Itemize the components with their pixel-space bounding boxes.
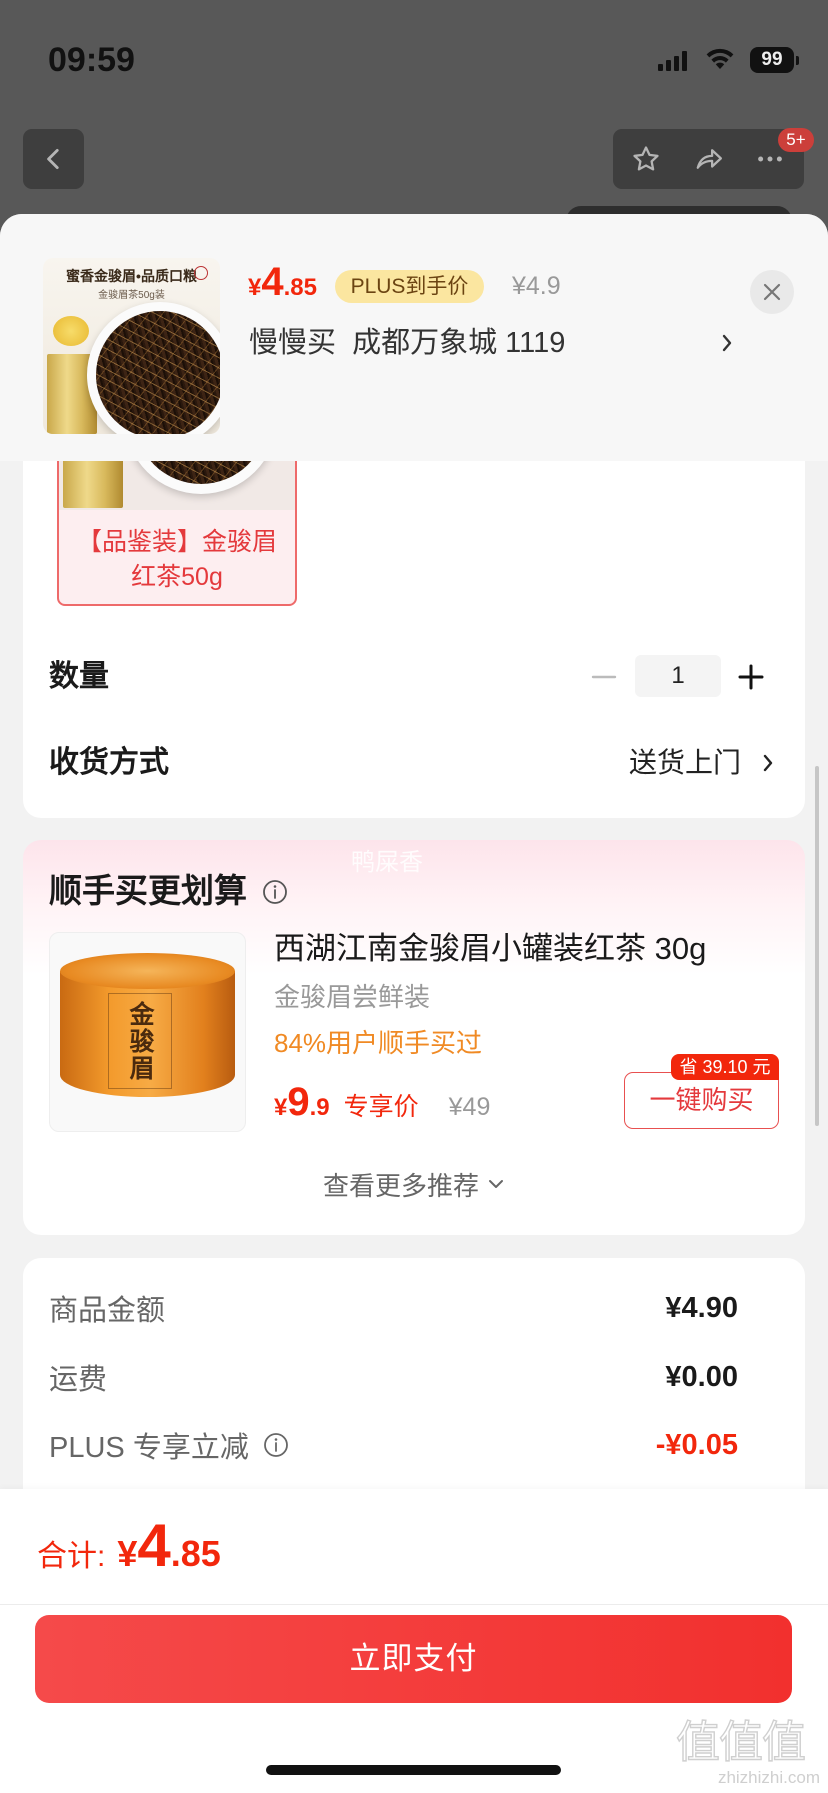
addon-product-subtitle: 金骏眉尝鲜装 [274, 982, 431, 1012]
summary-value: ¥4.90 [665, 1291, 738, 1324]
plus-price-badge: PLUS到手价 [335, 270, 484, 303]
addon-product-name[interactable]: 西湖江南金骏眉小罐装红茶 30g [274, 931, 706, 967]
scrollbar[interactable] [815, 766, 819, 1126]
order-total: 合计: ¥ 4 .85 [37, 1511, 221, 1591]
spec-option-label: 【品鉴装】金骏眉 [76, 528, 277, 556]
addon-price-dec: .9 [309, 1094, 330, 1121]
addon-title: 顺手买更划算 [49, 872, 247, 909]
addon-price-label: 专享价 [343, 1093, 419, 1121]
tea-plate-image [87, 302, 220, 434]
more-recommendations[interactable]: 查看更多推荐 [23, 1168, 805, 1201]
battery-nub [796, 56, 799, 65]
quantity-label: 数量 [49, 660, 109, 693]
summary-value: -¥0.05 [655, 1428, 738, 1461]
sheet-header: 蜜香金骏眉•品质口粮 金骏眉茶50g装 ¥ 4 .85 PLUS到手价 ¥4.9… [0, 214, 828, 461]
minus-icon[interactable] [591, 664, 617, 690]
summary-label: 运费 [49, 1364, 108, 1396]
addon-price-int: 9 [287, 1080, 310, 1124]
wifi-icon [704, 48, 736, 70]
header-price-dec: .85 [283, 274, 317, 301]
quantity-input[interactable]: 1 [635, 655, 721, 697]
more-icon[interactable] [755, 144, 785, 174]
watermark-logo: 值值值 [675, 1717, 806, 1767]
spec-option-label-2: 红茶50g [131, 563, 223, 591]
header-price-symbol: ¥ [248, 274, 262, 301]
chevron-right-icon[interactable] [720, 331, 734, 355]
summary-row-subtotal: 商品金额 ¥4.90 [49, 1288, 738, 1328]
one-click-buy-button[interactable]: 一键购买 [624, 1072, 779, 1129]
summary-label: 商品金额 [49, 1295, 166, 1327]
total-int: 4 [137, 1512, 171, 1579]
status-time: 09:59 [48, 41, 135, 79]
header-original-price: ¥4.9 [512, 272, 561, 300]
save-badge: 省 39.10 元 [671, 1054, 779, 1080]
signal-icon [658, 51, 688, 71]
battery-icon: 99 [750, 47, 794, 73]
plus-icon[interactable] [737, 663, 765, 691]
summary-row-shipping: 运费 ¥0.00 [49, 1357, 738, 1397]
tea-can-label: 金骏眉 [126, 1001, 154, 1082]
delivery-value[interactable]: 送货上门 [629, 747, 741, 779]
home-indicator[interactable] [266, 1765, 561, 1775]
screen: 09:59 99 5+ 【品鉴装】金骏眉 红茶50g 数量 1 收货方式 送货上… [0, 0, 828, 1793]
addon-original-price: ¥49 [448, 1093, 491, 1121]
brand-logo-icon [194, 266, 208, 280]
flower-image [53, 316, 89, 346]
thumbnail-subtitle: 金骏眉茶50g装 [98, 290, 165, 301]
back-button[interactable] [23, 129, 84, 189]
share-icon[interactable] [694, 144, 724, 174]
addon-card: 鸭屎香 顺手买更划算 金骏眉 西湖江南金骏眉小罐装红茶 30g 金骏眉尝鲜装 8… [23, 840, 805, 1235]
product-thumbnail[interactable]: 蜜香金骏眉•品质口粮 金骏眉茶50g装 [43, 258, 220, 434]
pay-now-button[interactable]: 立即支付 [35, 1615, 792, 1703]
close-icon [762, 282, 782, 302]
watermark-site: zhizhizhi.com [717, 1768, 820, 1787]
star-icon[interactable] [631, 144, 661, 174]
delivery-label: 收货方式 [49, 746, 169, 779]
tea-can-lid [60, 953, 235, 989]
total-dec: .85 [170, 1533, 221, 1574]
summary-label: PLUS 专享立减 [49, 1432, 249, 1464]
addon-social-proof: 84%用户顺手买过 [274, 1028, 483, 1058]
divider [0, 1604, 828, 1605]
total-symbol: ¥ [117, 1533, 138, 1574]
summary-label-group: PLUS 专享立减 [49, 1424, 289, 1466]
store-location[interactable]: 慢慢买 成都万象城 1119 [249, 326, 565, 360]
addon-price: ¥ 9 .9 专享价 ¥49 [274, 1080, 490, 1128]
nav-actions [613, 129, 804, 189]
addon-product-image[interactable]: 金骏眉 [49, 932, 246, 1132]
back-icon [41, 146, 67, 172]
summary-value: ¥0.00 [665, 1360, 738, 1393]
total-label: 合计: [37, 1540, 106, 1573]
more-recommendations-label: 查看更多推荐 [322, 1170, 479, 1201]
chevron-right-icon[interactable] [761, 752, 775, 774]
addon-price-symbol: ¥ [274, 1094, 288, 1121]
info-icon[interactable] [262, 879, 288, 905]
info-icon[interactable] [263, 1432, 289, 1458]
ghost-keyword: 鸭屎香 [351, 849, 423, 876]
message-badge: 5+ [778, 128, 814, 152]
header-price-int: 4 [261, 260, 284, 304]
header-price: ¥ 4 .85 [248, 260, 317, 308]
chevron-down-icon [487, 1175, 505, 1193]
summary-row-plus-discount: PLUS 专享立减 -¥0.05 [49, 1425, 738, 1465]
close-button[interactable] [750, 270, 794, 314]
thumbnail-title: 蜜香金骏眉•品质口粮 [66, 268, 197, 284]
